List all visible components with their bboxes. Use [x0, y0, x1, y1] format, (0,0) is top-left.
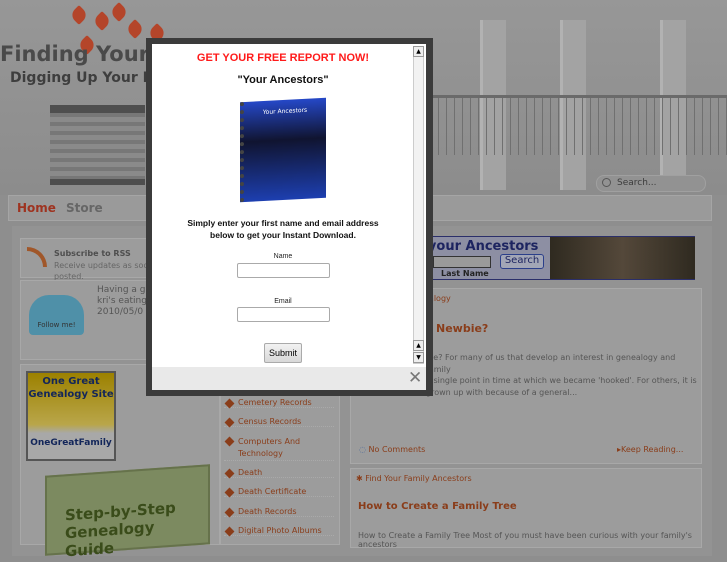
leaf-icon: ✱ — [356, 474, 366, 483]
scroll-up-icon[interactable]: ▲ — [413, 340, 424, 351]
close-icon[interactable]: ✕ — [408, 368, 422, 388]
ad-one-great-family[interactable]: One Great Genealogy Site OneGreatFamily — [26, 371, 116, 461]
follow-me-badge[interactable]: Follow me! — [29, 295, 84, 335]
fence-decoration — [430, 95, 727, 155]
ebook-cover-image: Your Ancestors — [240, 97, 326, 203]
keep-reading-link[interactable]: ▸Keep Reading... — [617, 445, 683, 454]
nav-home[interactable]: Home — [17, 201, 56, 215]
email-input[interactable] — [237, 307, 330, 322]
category-link[interactable]: Census Records — [224, 417, 334, 427]
popup-subtitle: "Your Ancestors" — [237, 74, 329, 86]
name-label: Name — [273, 253, 293, 260]
post-category[interactable]: ✱ Find Your Family Ancestors — [356, 474, 472, 483]
email-label: Email — [274, 298, 292, 305]
post-excerpt: How to Create a Family Tree Most of you … — [358, 531, 692, 549]
tweet-text: Having a g kri's eating 2010/05/0 — [97, 285, 147, 317]
popup-scrollbar[interactable] — [413, 46, 424, 364]
bench-decoration — [50, 105, 145, 185]
rss-icon — [27, 247, 47, 267]
post-card: ✱ Find Your Family Ancestors How to Crea… — [350, 468, 702, 549]
post-excerpt: bie? For many of us that develop an inte… — [426, 353, 697, 397]
rss-text: Receive updates as soon — [54, 261, 154, 270]
category-link[interactable]: Death — [224, 468, 334, 478]
rss-title[interactable]: Subscribe to RSS — [54, 249, 131, 258]
banner-title: r your Ancestors — [417, 239, 539, 254]
last-name-label: Last Name — [441, 269, 489, 278]
category-link[interactable]: Cemetery Records — [224, 398, 334, 408]
popup-instructions: Simply enter your first name and email a… — [187, 218, 379, 240]
category-link[interactable]: Death Records — [224, 507, 334, 517]
comments-link[interactable]: ◌ No Comments — [359, 445, 425, 454]
ancestors-photo — [550, 237, 695, 279]
post-title[interactable]: How to Create a Family Tree — [358, 501, 517, 512]
popup-footer: ✕ — [152, 367, 426, 390]
submit-button[interactable]: Submit — [264, 343, 302, 363]
comment-icon: ◌ — [359, 445, 369, 454]
name-input[interactable] — [237, 263, 330, 278]
nav-store[interactable]: Store — [66, 201, 103, 215]
category-link[interactable]: Computers And Technology — [224, 436, 334, 461]
scroll-up-icon[interactable]: ▲ — [413, 46, 424, 57]
post-title[interactable]: y Newbie? — [425, 322, 488, 335]
category-link[interactable]: Digital Photo Albums — [224, 526, 334, 536]
popup-headline: GET YOUR FREE REPORT NOW! — [196, 52, 370, 64]
category-link[interactable]: Death Certificate — [224, 487, 334, 497]
search-icon — [602, 178, 611, 187]
last-name-input[interactable] — [433, 256, 491, 268]
follow-label: Follow me! — [37, 321, 76, 329]
optin-popup: GET YOUR FREE REPORT NOW! "Your Ancestor… — [152, 44, 426, 390]
search-placeholder: Search... — [617, 178, 657, 188]
search-input[interactable]: Search... — [596, 175, 706, 192]
scroll-down-icon[interactable]: ▼ — [413, 352, 424, 363]
banner-search-button[interactable]: Search — [500, 254, 544, 269]
ad-step-by-step-guide[interactable]: Step-by-Step Genealogy Guide — [45, 464, 210, 560]
